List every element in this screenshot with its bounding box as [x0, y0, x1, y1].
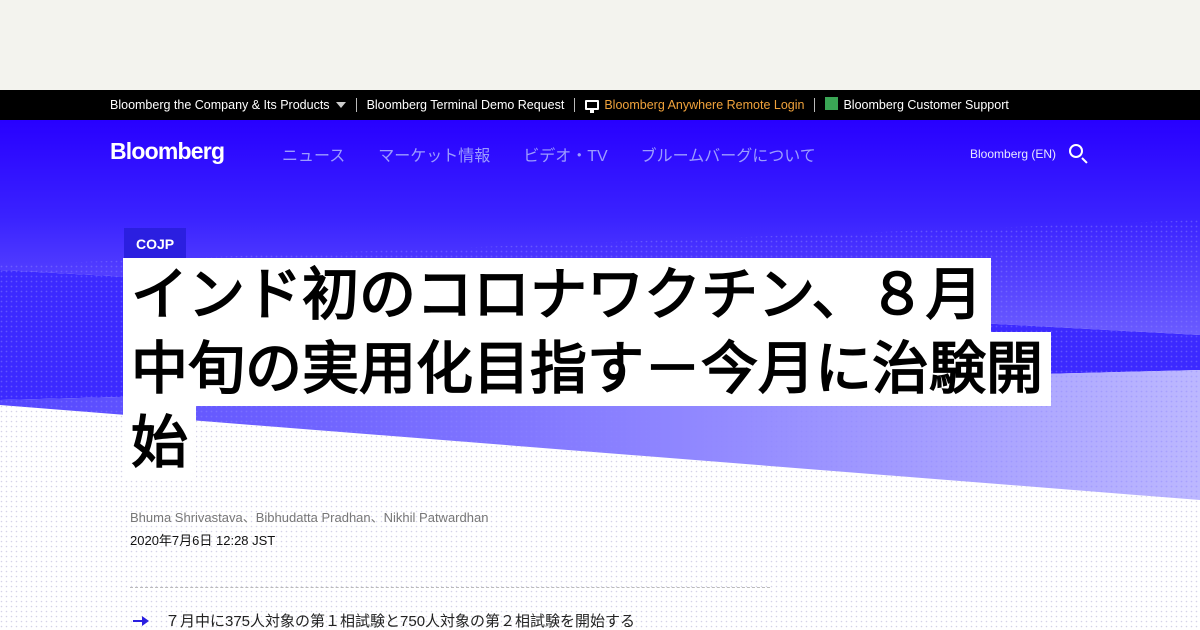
headline-line-2: 中旬の実用化目指す－今月に治験開 — [123, 332, 1051, 406]
remote-login-label: Bloomberg Anywhere Remote Login — [604, 98, 805, 112]
remote-login-link[interactable]: Bloomberg Anywhere Remote Login — [585, 98, 805, 113]
company-products-label: Bloomberg the Company & Its Products — [110, 98, 330, 112]
nav-about[interactable]: ブルームバーグについて — [641, 142, 816, 166]
company-products-menu[interactable]: Bloomberg the Company & Its Products — [110, 98, 346, 112]
monitor-icon — [585, 100, 600, 113]
edition-switch[interactable]: Bloomberg (EN) — [970, 147, 1056, 161]
bloomberg-logo[interactable]: Bloomberg — [110, 138, 225, 165]
author-byline: Bhuma Shrivastava、Bibhudatta Pradhan、Nik… — [130, 510, 489, 525]
summary-item: ７月中に375人対象の第１相試験と750人対象の第２相試験を開始する — [133, 610, 635, 630]
category-kicker[interactable]: COJP — [124, 228, 187, 258]
top-utility-bar: Bloomberg the Company & Its Products Blo… — [0, 90, 1200, 120]
divider — [814, 98, 816, 112]
summary-divider — [130, 587, 770, 588]
terminal-demo-link[interactable]: Bloomberg Terminal Demo Request — [367, 98, 565, 112]
search-icon[interactable] — [1068, 144, 1088, 164]
main-nav: ニュース マーケット情報 ビデオ・TV ブルームバーグについて — [282, 142, 816, 166]
summary-text: ７月中に375人対象の第１相試験と750人対象の第２相試験を開始する — [165, 613, 636, 630]
arrow-right-icon — [133, 615, 151, 627]
nav-news[interactable]: ニュース — [282, 142, 345, 166]
headline-line-1: インド初のコロナワクチン、８月 — [123, 258, 991, 332]
customer-support-link[interactable]: Bloomberg Customer Support — [825, 96, 1009, 112]
divider — [574, 98, 576, 112]
nav-right: Bloomberg (EN) — [970, 144, 1088, 164]
divider — [355, 98, 357, 112]
publish-date: 2020年7月6日 12:28 JST — [130, 533, 276, 548]
nav-markets[interactable]: マーケット情報 — [378, 142, 490, 166]
customer-support-label: Bloomberg Customer Support — [843, 98, 1009, 112]
headline-line-3: 始 — [123, 406, 196, 480]
help-icon — [825, 96, 839, 110]
page: Bloomberg the Company & Its Products Blo… — [0, 0, 1200, 630]
chevron-down-icon — [335, 102, 346, 108]
ad-banner-area — [0, 0, 1200, 90]
nav-video-tv[interactable]: ビデオ・TV — [523, 142, 607, 166]
